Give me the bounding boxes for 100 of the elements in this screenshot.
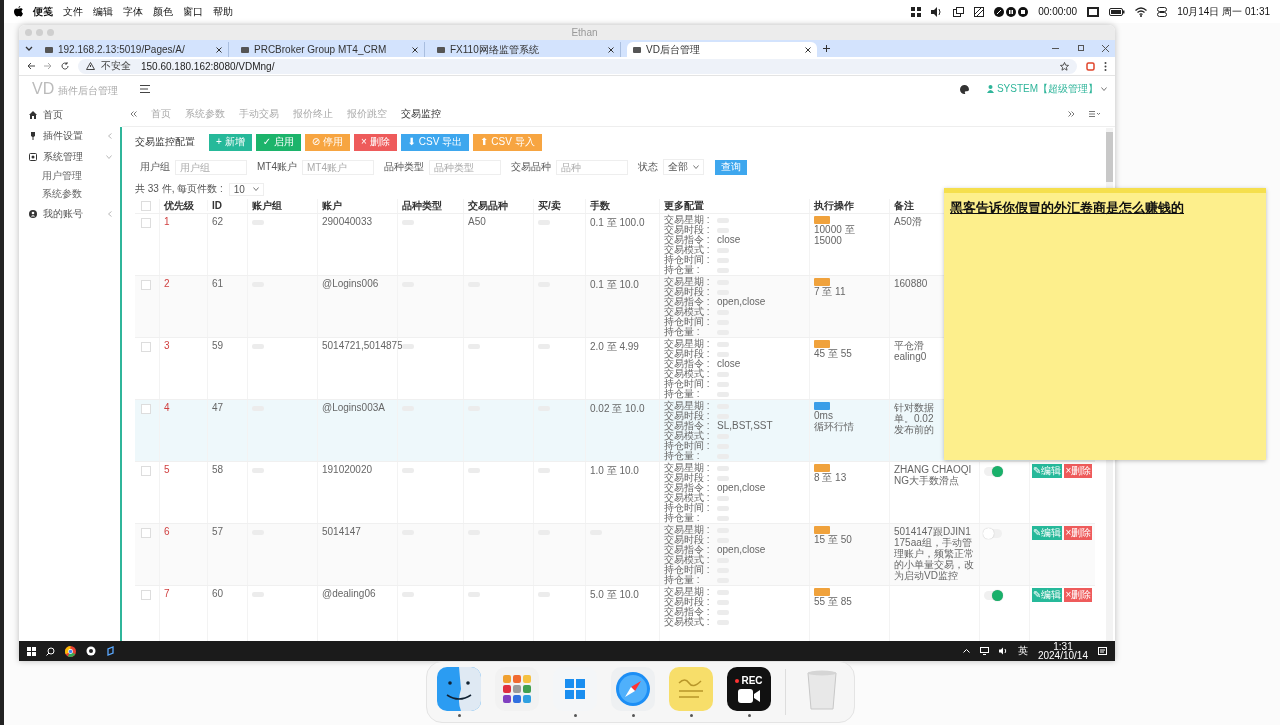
menu-item[interactable]: 帮助: [213, 4, 233, 19]
tray-caret-icon[interactable]: [962, 649, 970, 653]
caret-down-icon[interactable]: [693, 165, 699, 169]
filter-field[interactable]: 品种类型: [429, 159, 501, 175]
menu-item[interactable]: 字体: [123, 4, 143, 19]
control-center-icon[interactable]: [1157, 6, 1168, 17]
table-row[interactable]: 6 57 5014147 交易星期 : 交易时段 : 交易指令 : open,close 交易模式 : 持仓时间 : 持仓量 : 15 至 50 5014147跟DJIN1175aa组，手动管理账户，频繁正常的小单量交易，改为启动VD监控 ✎编辑 ×删除: [135, 524, 1095, 586]
column-header: 买/卖: [533, 198, 585, 213]
stop-icon[interactable]: [1018, 6, 1029, 17]
page-tab[interactable]: 交易监控: [401, 107, 441, 121]
notification-icon[interactable]: [1098, 646, 1107, 656]
status-dropdown[interactable]: 全部: [663, 159, 704, 175]
close-icon[interactable]: [412, 46, 418, 53]
checkbox[interactable]: [141, 200, 151, 211]
caret-down-icon[interactable]: [252, 187, 259, 191]
close-icon[interactable]: [216, 46, 222, 53]
url-text: 150.60.180.162:8080/VDMng/: [141, 60, 275, 72]
config-label: 交易星期 :: [664, 525, 711, 535]
start-icon[interactable]: [27, 646, 36, 656]
list-dropdown-icon[interactable]: [1089, 111, 1101, 117]
sidebar-item[interactable]: 首页: [19, 104, 122, 125]
volume-icon[interactable]: [998, 647, 1008, 655]
warning-icon[interactable]: [86, 62, 95, 70]
search-icon[interactable]: [46, 646, 55, 656]
chevron-down-icon[interactable]: [25, 45, 33, 52]
close-icon[interactable]: [608, 46, 614, 53]
finder-icon[interactable]: [437, 667, 481, 711]
sidebar-subitem[interactable]: 用户管理: [19, 167, 122, 185]
menu-item[interactable]: 文件: [63, 4, 83, 19]
config-label: 交易时段 :: [664, 597, 711, 607]
volume-icon[interactable]: [931, 6, 944, 17]
security-label[interactable]: 不安全: [101, 59, 131, 73]
favicon-icon: [633, 46, 641, 53]
sidebar-item[interactable]: 我的账号: [19, 203, 122, 224]
pause-icon[interactable]: [1006, 6, 1017, 17]
checkbox[interactable]: [141, 218, 151, 228]
plus-icon[interactable]: [823, 45, 830, 52]
restore-icon[interactable]: [1077, 45, 1084, 52]
extension-icon[interactable]: [1086, 61, 1095, 71]
delete-button[interactable]: ×删除: [1064, 464, 1093, 478]
menu-icon[interactable]: [140, 85, 150, 93]
checkbox[interactable]: [141, 342, 151, 352]
pattern-icon[interactable]: [974, 6, 985, 17]
filter-field[interactable]: 用户组: [175, 159, 247, 175]
config-label: 交易模式 :: [664, 493, 711, 503]
double-chevron-right-icon[interactable]: [1068, 111, 1075, 117]
checkbox[interactable]: [141, 590, 151, 600]
running-indicator: [689, 714, 693, 717]
circle-app-icon[interactable]: [86, 646, 96, 656]
network-icon[interactable]: [979, 647, 989, 655]
menu-item[interactable]: 窗口: [183, 4, 203, 19]
checkbox[interactable]: [141, 466, 151, 476]
address-bar[interactable]: 不安全 150.60.180.162:8080/VDMng/: [78, 58, 1077, 74]
input-method[interactable]: 英: [1017, 644, 1028, 658]
palette-icon[interactable]: [959, 84, 969, 94]
caret-down-icon[interactable]: [1101, 87, 1107, 91]
checkbox[interactable]: [141, 280, 151, 290]
double-chevron-left-icon[interactable]: [130, 111, 137, 117]
sidebar-subitem[interactable]: 系统参数: [19, 185, 122, 203]
browser-icon[interactable]: [65, 645, 76, 657]
sidebar-item[interactable]: 插件设置: [19, 125, 122, 146]
config-label: 交易指令 :: [664, 359, 711, 369]
close-icon[interactable]: [1102, 45, 1109, 52]
sidebar-item[interactable]: 系统管理: [19, 146, 122, 167]
checkbox[interactable]: [141, 528, 151, 538]
star-icon[interactable]: [1060, 61, 1069, 71]
close-icon[interactable]: [805, 46, 811, 53]
grid-icon[interactable]: [911, 6, 922, 17]
reload-icon[interactable]: [61, 62, 69, 70]
column-header: 账户组: [247, 198, 317, 213]
running-indicator: [747, 714, 751, 717]
apple-icon[interactable]: [14, 6, 23, 17]
screen-icon[interactable]: [1087, 6, 1100, 17]
toggle-switch[interactable]: [984, 467, 1002, 476]
filter-field[interactable]: 品种: [556, 159, 628, 175]
menu-item[interactable]: 编辑: [93, 4, 113, 19]
page-size-dropdown[interactable]: 10: [228, 182, 264, 196]
compass-icon[interactable]: [611, 667, 655, 711]
toolbar-button[interactable]: × 删除: [353, 133, 397, 151]
browser-tab[interactable]: VD后台管理: [627, 42, 817, 57]
filter-field[interactable]: MT4账户: [302, 159, 374, 175]
checkbox[interactable]: [141, 404, 151, 414]
app-menu[interactable]: 便笺: [33, 4, 53, 19]
minimize-icon[interactable]: [1052, 45, 1059, 52]
app-icon[interactable]: [106, 646, 115, 656]
wifi-icon[interactable]: [1135, 6, 1148, 17]
back-icon[interactable]: [27, 62, 35, 70]
toggle-switch[interactable]: [984, 591, 1002, 600]
config-label: 交易时段 :: [664, 225, 711, 235]
table-cell: 0.1 至 10.0: [590, 279, 639, 290]
toggle-switch[interactable]: [984, 529, 1002, 538]
pencil-icon[interactable]: [994, 6, 1005, 17]
table-cell: 5014721,5014875: [322, 340, 403, 351]
delete-button[interactable]: ×删除: [1064, 588, 1093, 602]
delete-button[interactable]: ×删除: [1064, 526, 1093, 540]
sticky-note-dialog[interactable]: 黑客告诉你假冒的外汇卷商是怎么赚钱的: [944, 188, 1266, 460]
battery-icon[interactable]: [1109, 7, 1126, 16]
more-icon[interactable]: [1104, 61, 1107, 71]
menu-item[interactable]: 颜色: [153, 4, 173, 19]
screen-recorder-icon[interactable]: REC: [727, 667, 771, 711]
